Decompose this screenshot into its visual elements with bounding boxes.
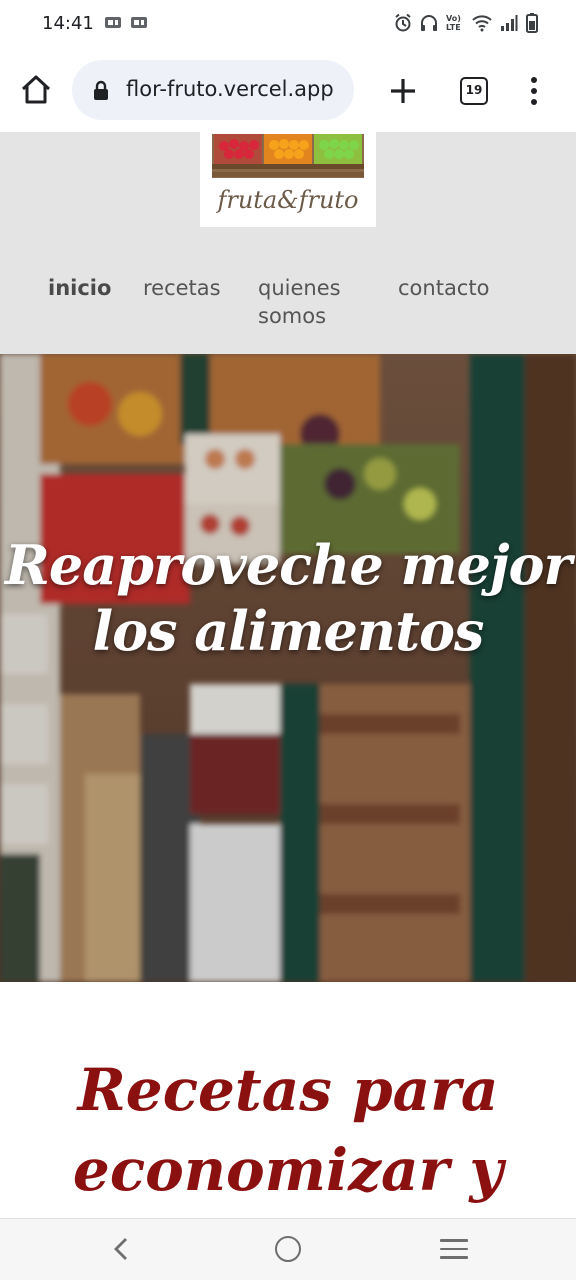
recipes-section-title: Recetas para economizar y	[72, 1056, 504, 1204]
nav-recetas[interactable]: recetas	[143, 274, 221, 302]
url-text[interactable]: flor-fruto.vercel.app	[126, 77, 334, 101]
volte-icon: Vo) LTE	[446, 14, 461, 32]
site-header: fruta&fruto inicio recetas quienes somos…	[0, 132, 576, 354]
status-bar: 14:41 Vo) LTE	[0, 0, 576, 48]
site-logo[interactable]: fruta&fruto	[200, 132, 376, 227]
battery-icon	[526, 13, 538, 33]
browser-toolbar: flor-fruto.vercel.app 19	[0, 48, 576, 132]
nav-quienes-somos[interactable]: quienes somos	[258, 274, 358, 330]
nav-contacto[interactable]: contacto	[398, 274, 489, 302]
sim-card-icon	[131, 17, 147, 28]
address-bar[interactable]: flor-fruto.vercel.app	[72, 60, 354, 120]
logo-text: fruta&fruto	[217, 186, 359, 214]
back-icon[interactable]	[108, 1235, 136, 1263]
lock-icon[interactable]	[92, 80, 110, 101]
recents-icon[interactable]	[440, 1239, 468, 1259]
tabs-icon[interactable]: 19	[460, 77, 488, 105]
hero-title: Reaproveche mejor los alimentos	[5, 533, 572, 663]
status-time: 14:41	[42, 13, 94, 34]
sim-card-icon	[105, 17, 121, 28]
home-circle-icon[interactable]	[275, 1236, 301, 1262]
plus-icon[interactable]	[386, 74, 420, 108]
home-icon[interactable]	[18, 72, 54, 108]
tab-count: 19	[465, 83, 483, 97]
headphones-icon	[421, 15, 437, 31]
more-vertical-icon[interactable]	[526, 76, 542, 106]
wifi-icon	[472, 15, 492, 32]
alarm-icon	[395, 13, 411, 32]
hero-banner: Reaproveche mejor los alimentos	[0, 354, 576, 982]
hero-market-image	[0, 354, 576, 982]
nav-inicio[interactable]: inicio	[48, 274, 111, 302]
signal-icon	[501, 15, 518, 31]
system-nav-bar	[0, 1218, 576, 1280]
